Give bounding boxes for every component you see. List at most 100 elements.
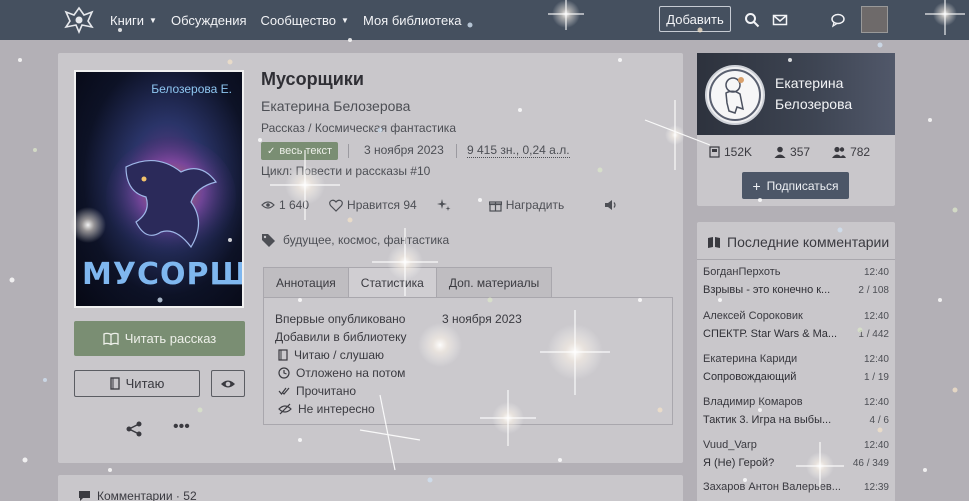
reading-status-label: Читаю — [125, 376, 165, 391]
plus-icon: + — [752, 177, 761, 194]
comment-author[interactable]: Vuud_Varp — [703, 439, 853, 451]
comment-book-title[interactable]: Тактик 3. Игра на выбы... — [703, 414, 843, 426]
users-icon — [832, 146, 847, 158]
shelf-later: Отложено на потом — [278, 366, 405, 380]
author-avatar[interactable] — [705, 65, 765, 125]
watch-button[interactable] — [211, 370, 245, 397]
nav-my-library[interactable]: Моя библиотека — [363, 13, 461, 28]
audio-button[interactable] — [604, 199, 622, 211]
author-stats: 152K 357 782 — [709, 145, 892, 159]
author-friends-stat[interactable]: 782 — [832, 145, 870, 159]
first-published-value: 3 ноября 2023 — [442, 312, 522, 326]
share-icon[interactable] — [125, 420, 143, 438]
heart-icon — [329, 199, 343, 212]
nav-discussions[interactable]: Обсуждения — [171, 13, 247, 28]
comment-author[interactable]: Екатерина Кариди — [703, 353, 853, 365]
added-to-library-label: Добавили в библиотеку — [275, 330, 407, 344]
author-name-link[interactable]: Екатерина Белозерова — [775, 73, 852, 115]
book-stats-row: 1 640 Нравится 94 Наградить — [261, 198, 642, 212]
search-icon[interactable] — [744, 12, 760, 28]
more-options-icon[interactable]: ••• — [173, 419, 191, 438]
tags-list[interactable]: будущее, космос, фантастика — [283, 233, 449, 247]
award-button[interactable]: Наградить — [488, 198, 564, 212]
main-nav: Книги ▼ Обсуждения Сообщество ▼ Моя библио… — [110, 0, 475, 40]
tab-extra-materials[interactable]: Доп. материалы — [435, 267, 553, 298]
reading-status-button[interactable]: Читаю — [74, 370, 200, 397]
book-size[interactable]: 9 415 зн., 0,24 а.л. — [467, 143, 570, 158]
recent-comments-header: Последние комментарии — [707, 234, 889, 250]
mail-icon[interactable] — [772, 12, 788, 28]
shelf-later-label: Отложено на потом — [296, 366, 406, 380]
chat-bubble-icon[interactable] — [830, 12, 846, 28]
top-bar: Книги ▼ Обсуждения Сообщество ▼ Моя библио… — [0, 0, 969, 40]
like-button[interactable]: Нравится 94 — [329, 198, 417, 212]
recent-comment-item[interactable]: Владимир Комаров 12:40 Тактик 3. Игра на… — [703, 390, 889, 434]
comment-count: 46 / 349 — [852, 458, 889, 469]
publish-date: 3 ноября 2023 — [364, 143, 444, 157]
nav-discussions-label: Обсуждения — [170, 12, 247, 28]
book-cycle[interactable]: Цикл: Повести и рассказы #10 — [261, 164, 430, 178]
nav-books[interactable]: Книги ▼ — [110, 13, 157, 28]
comment-count: 1 / 442 — [858, 329, 889, 340]
comment-count: 2 / 108 — [858, 285, 889, 296]
recent-comment-item[interactable]: Екатерина Кариди 12:40 Сопровождающий 1 … — [703, 347, 889, 391]
author-followers-count: 357 — [790, 145, 811, 159]
book-icon — [278, 349, 288, 361]
recent-comment-item[interactable]: Захаров Антон Валерьев... 12:39 — [703, 475, 889, 501]
speaker-icon — [605, 200, 616, 210]
eye-icon — [261, 201, 275, 209]
comment-author[interactable]: БогданПерхоть — [703, 266, 853, 278]
recent-comment-item[interactable]: Алексей Сороковик 12:40 СПЕКТР. Star War… — [703, 304, 889, 348]
comment-author[interactable]: Владимир Комаров — [703, 396, 853, 408]
comment-book-title[interactable]: Взрывы - это конечно к... — [703, 284, 843, 296]
book-title: Мусорщики — [261, 69, 364, 89]
comment-count: 4 / 6 — [869, 415, 889, 426]
likes-count: 94 — [403, 198, 417, 212]
add-button[interactable]: Добавить — [659, 6, 731, 32]
sparkle-icon — [436, 199, 451, 211]
nav-community-label: Сообщество — [260, 12, 337, 28]
tab-annotation[interactable]: Аннотация — [263, 267, 349, 298]
recent-comment-item[interactable]: Vuud_Varp 12:40 Я (Не) Герой? 46 / 349 — [703, 433, 889, 477]
author-books-stat[interactable]: 152K — [709, 145, 752, 159]
subscribe-button[interactable]: + Подписаться — [742, 172, 849, 199]
eye-icon — [221, 380, 235, 387]
comment-book-title[interactable]: Сопровождающий — [703, 371, 843, 383]
read-story-button[interactable]: Читать рассказ — [74, 321, 245, 356]
nav-community[interactable]: Сообщество ▼ — [261, 13, 349, 28]
book-open-icon — [708, 236, 720, 248]
dragon-illustration-icon — [106, 137, 236, 257]
book-cover[interactable]: Белозерова Е. МУСОРЩИКИ — [74, 70, 244, 308]
comment-time: 12:39 — [863, 482, 889, 493]
tags-icon — [262, 234, 275, 247]
shelf-read-label: Прочитано — [296, 384, 356, 398]
user-avatar[interactable] — [861, 6, 888, 33]
recent-comment-item[interactable]: БогданПерхоть 12:40 Взрывы - это конечно… — [703, 260, 889, 304]
status-badge: ✓ весь текст — [261, 142, 339, 160]
comment-book-title[interactable]: Я (Не) Герой? — [703, 457, 843, 469]
sparkle-button[interactable] — [436, 198, 455, 212]
author-followers-stat[interactable]: 357 — [774, 145, 810, 159]
book-author-link[interactable]: Екатерина Белозерова — [261, 98, 410, 114]
user-icon — [774, 146, 786, 158]
comment-author[interactable]: Захаров Антон Валерьев... — [703, 481, 853, 493]
read-story-label: Читать рассказ — [124, 331, 217, 346]
comment-time: 12:40 — [863, 311, 889, 322]
comment-author[interactable]: Алексей Сороковик — [703, 310, 853, 322]
comment-time: 12:40 — [863, 354, 889, 365]
recent-comments-card: Последние комментарии БогданПерхоть 12:4… — [697, 222, 895, 501]
book-genre[interactable]: Рассказ / Космическая фантастика — [261, 121, 456, 135]
site-logo-icon[interactable] — [62, 5, 96, 35]
comment-time: 12:40 — [863, 440, 889, 451]
tab-statistics[interactable]: Статистика — [347, 267, 437, 298]
shelf-not-interested: Не интересно — [278, 402, 375, 416]
comments-header[interactable]: Комментарии · 52 — [78, 489, 197, 501]
clock-icon — [278, 367, 290, 379]
nav-books-label: Книги — [110, 12, 145, 28]
likes-label: Нравится — [347, 198, 400, 212]
comment-time: 12:40 — [863, 267, 889, 278]
cover-author: Белозерова Е. — [151, 82, 232, 96]
comment-book-title[interactable]: СПЕКТР. Star Wars & Ma... — [703, 328, 843, 340]
author-header: Екатерина Белозерова — [697, 53, 895, 135]
comments-card: Комментарии · 52 — [58, 475, 683, 501]
